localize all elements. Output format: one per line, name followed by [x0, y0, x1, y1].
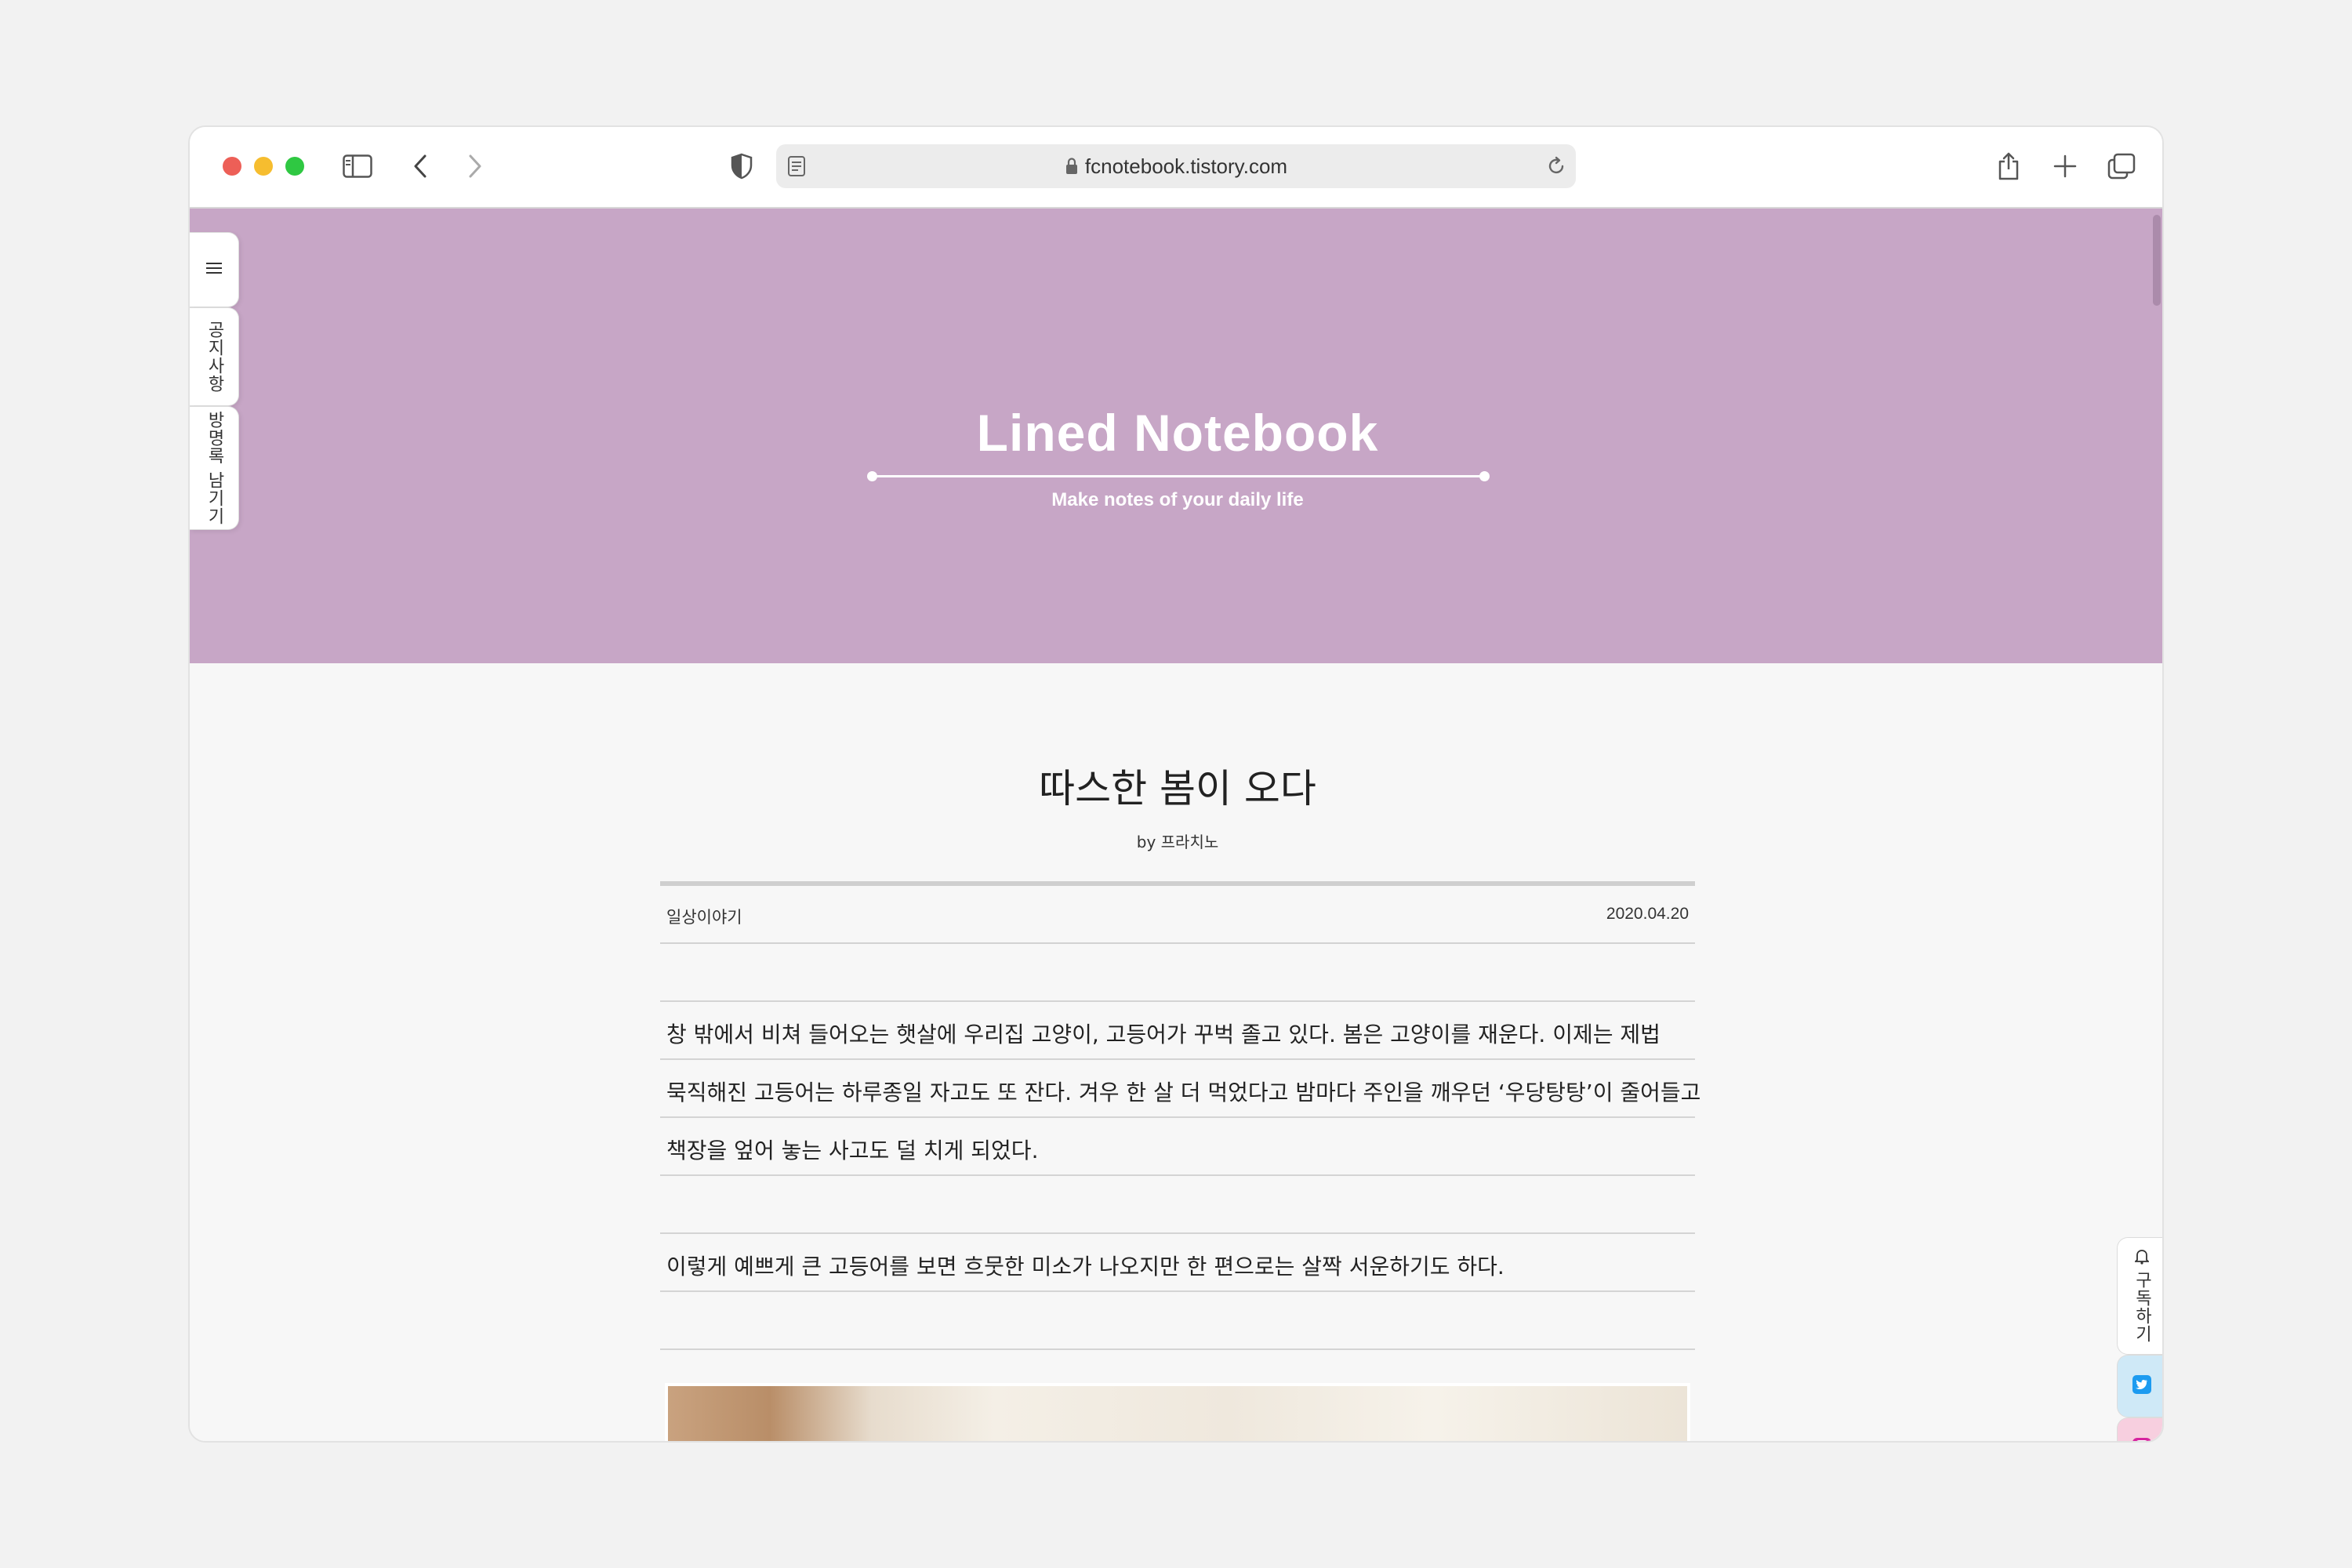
- share-icon[interactable]: [1991, 149, 2026, 183]
- subscribe-button[interactable]: 구독하기: [2117, 1237, 2162, 1355]
- twitter-share-button[interactable]: [2117, 1355, 2162, 1417]
- menu-button[interactable]: [190, 232, 239, 307]
- post-byline: by 프라치노: [1136, 833, 1219, 851]
- line-rule: [660, 1290, 1695, 1292]
- notice-tab[interactable]: 공지사항: [190, 307, 239, 406]
- subscribe-label: 구독하기: [2129, 1249, 2154, 1343]
- paragraph-line: 묵직해진 고등어는 하루종일 자고도 또 잔다. 겨우 한 살 더 먹었다고 밤…: [666, 1080, 1701, 1105]
- post-title: 따스한 봄이 오다: [1039, 766, 1316, 811]
- address-bar[interactable]: fcnotebook.tistory.com: [776, 144, 1576, 188]
- blog-title[interactable]: Lined Notebook: [190, 403, 2162, 463]
- sidebar-toggle-icon[interactable]: [340, 149, 375, 183]
- reload-icon[interactable]: [1546, 155, 1566, 180]
- line-rule: [660, 1116, 1695, 1118]
- notice-label: 공지사항: [205, 321, 224, 393]
- privacy-shield-icon[interactable]: [724, 149, 759, 183]
- forward-arrow-icon[interactable]: [458, 149, 492, 183]
- zoom-window-button[interactable]: [285, 157, 304, 176]
- post-photo-cat[interactable]: [665, 1383, 1690, 1441]
- paragraph-line: 책장을 엎어 놓는 사고도 덜 치게 되었다.: [666, 1138, 1039, 1163]
- browser-window: fcnotebook.tistory.com Lined Notebook Ma…: [188, 125, 2164, 1443]
- paragraph-line: 이렇게 예쁘게 큰 고등어를 보면 흐뭇한 미소가 나오지만 한 편으로는 살짝…: [666, 1254, 1504, 1279]
- divider-right-dot: [1479, 471, 1490, 481]
- blog-header: Lined Notebook Make notes of your daily …: [190, 209, 2162, 663]
- guestbook-label: 방명록 남기기: [205, 411, 224, 525]
- lock-icon: [1065, 146, 1079, 190]
- post-meta: 일상이야기 2020.04.20: [660, 881, 1695, 944]
- page-content[interactable]: Lined Notebook Make notes of your daily …: [190, 209, 2162, 1441]
- minimize-window-button[interactable]: [254, 157, 273, 176]
- blog-subtitle: Make notes of your daily life: [1051, 489, 1304, 510]
- new-tab-plus-icon[interactable]: [2048, 149, 2082, 183]
- post-date: 2020.04.20: [1606, 905, 1689, 923]
- line-rule: [660, 1058, 1695, 1060]
- line-rule: [660, 1232, 1695, 1234]
- bell-icon: [2132, 1249, 2152, 1265]
- line-rule: [660, 1174, 1695, 1176]
- instagram-share-button[interactable]: [2117, 1417, 2162, 1441]
- post-category[interactable]: 일상이야기: [666, 905, 742, 928]
- tab-overview-icon[interactable]: [2104, 149, 2139, 183]
- instagram-icon: [2132, 1437, 2152, 1441]
- twitter-icon: [2132, 1374, 2152, 1398]
- scrollbar[interactable]: [2153, 215, 2161, 306]
- close-window-button[interactable]: [223, 157, 241, 176]
- paragraph-line: 창 밖에서 비쳐 들어오는 햇살에 우리집 고양이, 고등어가 꾸벅 졸고 있다…: [666, 1022, 1661, 1047]
- guestbook-tab[interactable]: 방명록 남기기: [190, 406, 239, 530]
- line-rule: [660, 1348, 1695, 1350]
- back-arrow-icon[interactable]: [403, 149, 437, 183]
- url-text: fcnotebook.tistory.com: [1084, 154, 1288, 178]
- address-text-row: fcnotebook.tistory.com: [776, 144, 1576, 188]
- title-divider: [867, 471, 1490, 481]
- divider-left-dot: [867, 471, 877, 481]
- hamburger-icon: [205, 261, 223, 278]
- line-rule: [660, 1000, 1695, 1002]
- browser-toolbar: fcnotebook.tistory.com: [190, 127, 2162, 209]
